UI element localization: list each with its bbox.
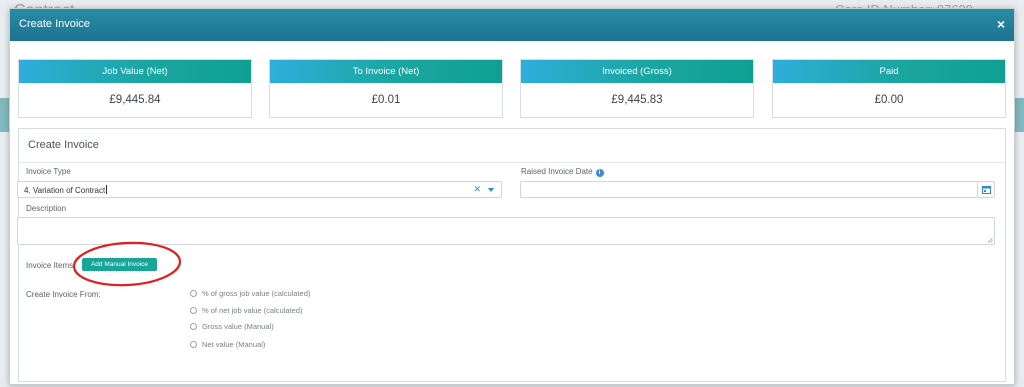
radio-button[interactable] [190, 307, 197, 314]
stat-card-invoiced: Invoiced (Gross) £9,445.83 [520, 59, 754, 118]
raised-date-label-wrap: Raised Invoice Date i [521, 167, 604, 177]
modal-title: Create Invoice [19, 18, 90, 30]
invoice-type-label: Invoice Type [26, 167, 71, 176]
stat-value: £9,445.83 [611, 94, 663, 106]
background-strip [1014, 98, 1024, 132]
radio-label: Gross value (Manual) [202, 322, 274, 331]
radio-label: % of net job value (calculated) [202, 306, 303, 315]
stat-label: Paid [773, 60, 1005, 83]
stat-label: To Invoice (Net) [270, 60, 502, 83]
calendar-icon [982, 186, 991, 194]
stat-card-to-invoice: To Invoice (Net) £0.01 [269, 59, 503, 118]
radio-label: Net value (Manual) [202, 340, 266, 349]
create-from-label: Create Invoice From: [26, 290, 101, 299]
stat-label: Invoiced (Gross) [521, 60, 753, 83]
stat-card-paid: Paid £0.00 [772, 59, 1006, 118]
radio-button[interactable] [190, 341, 197, 348]
description-label: Description [26, 204, 67, 213]
info-icon[interactable]: i [595, 169, 604, 177]
stat-value: £0.00 [874, 94, 904, 106]
panel-divider [19, 162, 1005, 163]
invoice-type-select[interactable]: 4. Variation of Contract ✕ [17, 181, 502, 198]
radio-label: % of gross job value (calculated) [202, 289, 311, 298]
add-manual-invoice-button[interactable]: Add Manual Invoice [82, 258, 157, 271]
create-invoice-panel: Create Invoice [18, 128, 1006, 382]
raised-date-input[interactable] [520, 181, 995, 198]
stat-card-job-value: Job Value (Net) £9,445.84 [18, 59, 252, 118]
radio-button[interactable] [190, 323, 197, 330]
close-icon[interactable]: × [997, 17, 1005, 31]
radio-button[interactable] [190, 290, 197, 297]
chevron-down-icon[interactable] [488, 188, 494, 192]
stat-value: £9,445.84 [109, 94, 161, 106]
resize-handle-icon[interactable] [987, 237, 993, 243]
invoice-type-value: 4. Variation of Contract [24, 186, 106, 195]
panel-title: Create Invoice [28, 139, 99, 151]
stat-label: Job Value (Net) [19, 60, 251, 83]
clear-icon[interactable]: ✕ [473, 184, 481, 195]
invoice-items-label: Invoice Items [26, 261, 74, 270]
raised-date-label: Raised Invoice Date [521, 167, 593, 176]
modal-header: Create Invoice × [10, 9, 1014, 41]
description-textarea[interactable] [17, 217, 995, 245]
stat-value: £0.01 [371, 94, 401, 106]
calendar-button[interactable] [977, 182, 994, 197]
text-cursor [106, 185, 108, 194]
